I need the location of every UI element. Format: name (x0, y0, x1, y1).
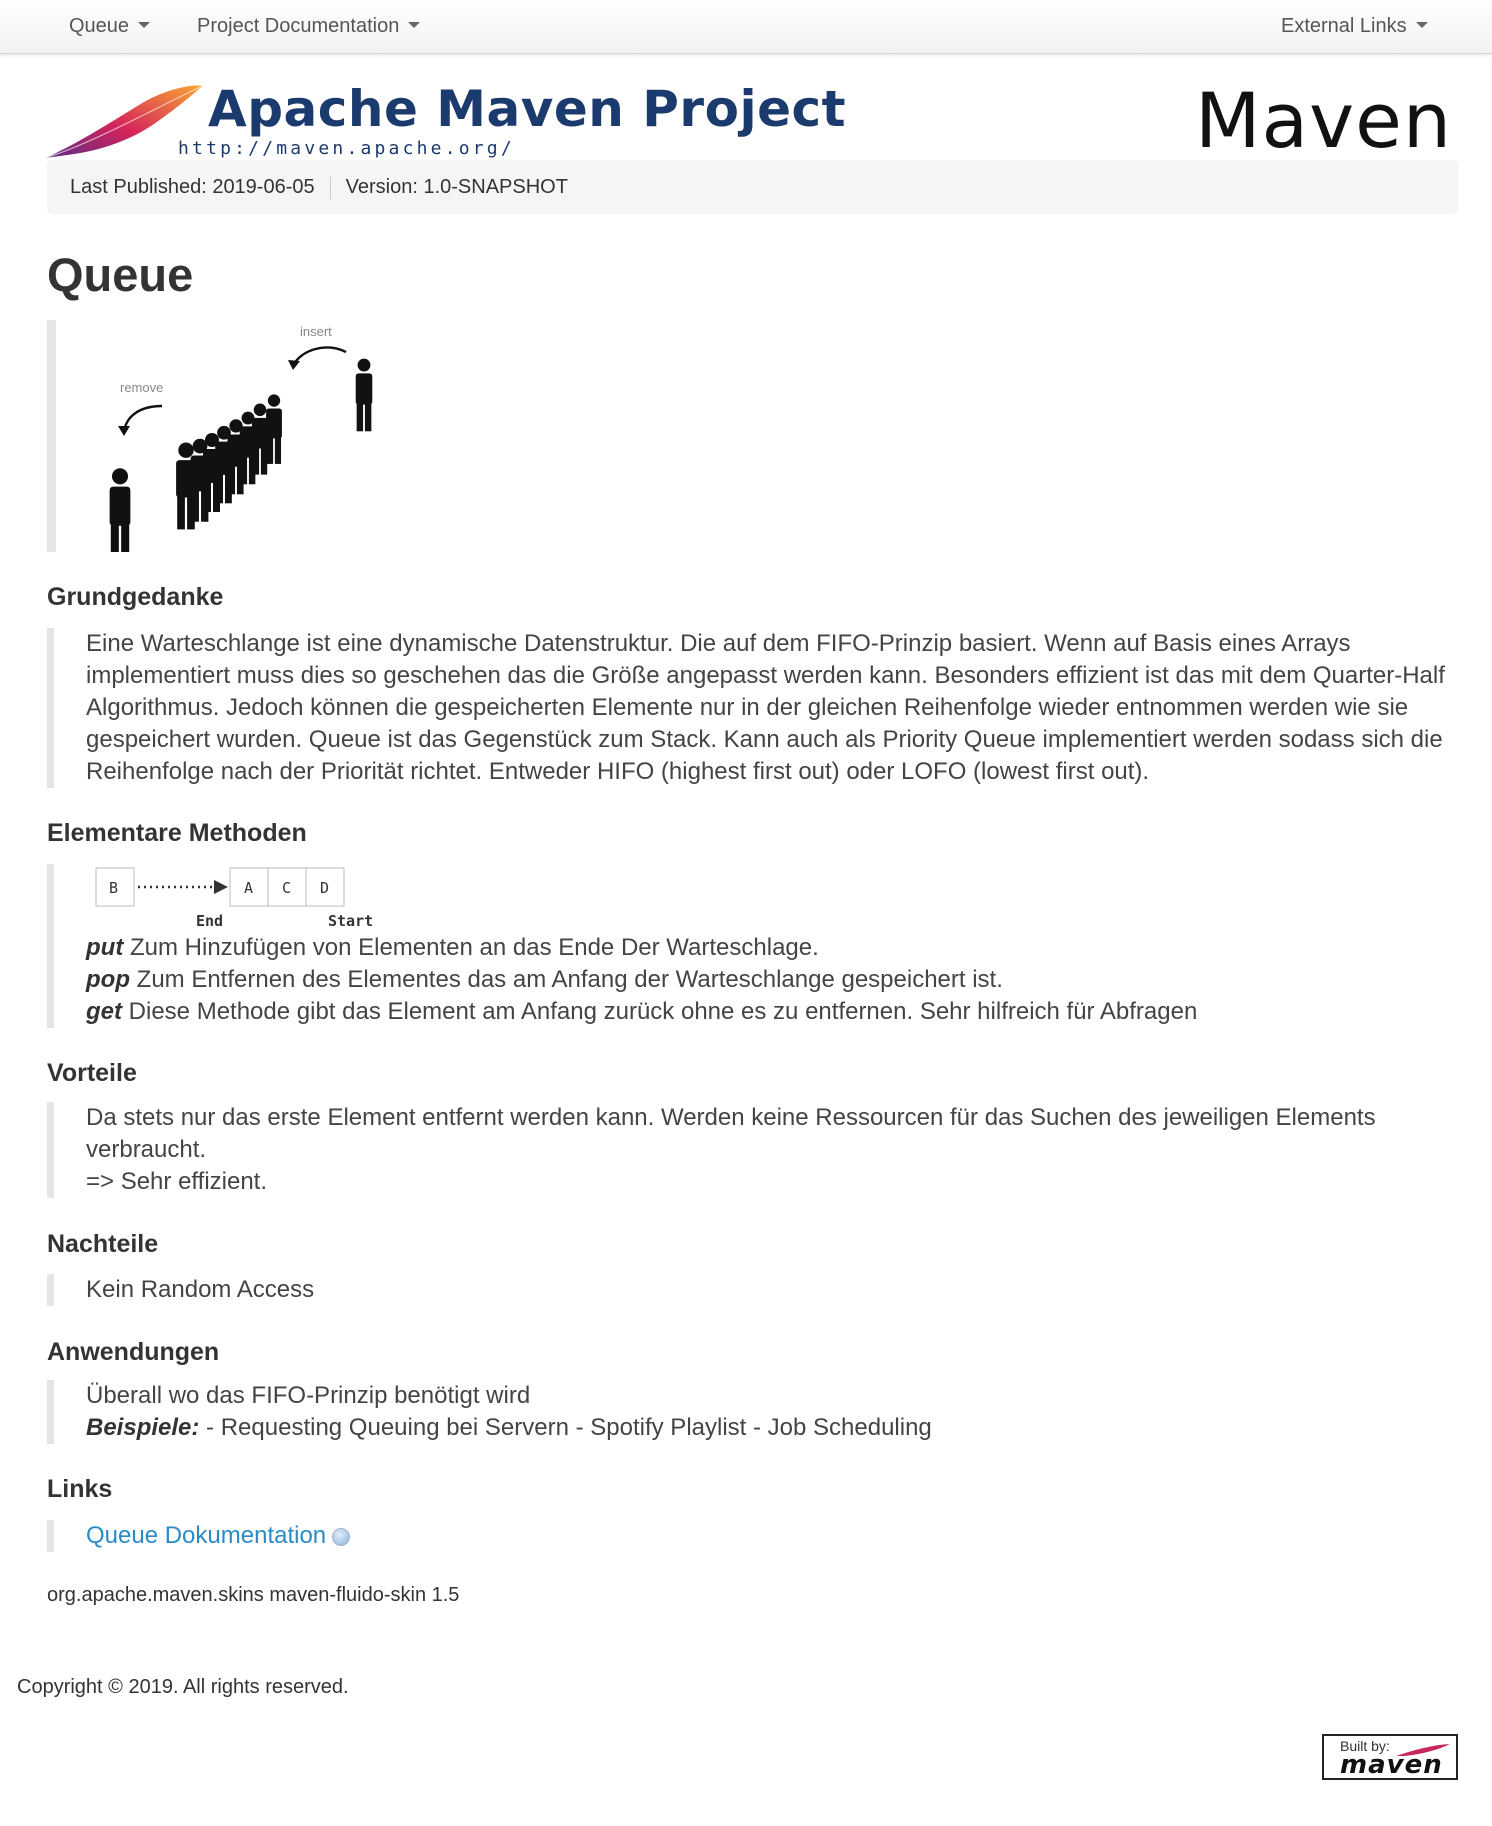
method-put-name: put (86, 934, 124, 961)
queue-array-diagram: B A C D End Start (95, 867, 373, 930)
page-title: Queue (47, 248, 194, 301)
external-link-globe-icon (332, 1527, 351, 1546)
methoden-block: B A C D End Start put Zum Hinzufügen von… (47, 864, 1458, 1028)
method-get-text: Diese Methode gibt das Element am Anfang… (122, 998, 1198, 1025)
method-put: put Zum Hinzufügen von Elementen an das … (86, 932, 1458, 964)
figure-quote-border (47, 320, 56, 552)
method-get: get Diese Methode gibt das Element am An… (86, 996, 1458, 1028)
start-label: Start (328, 912, 373, 930)
cell-a: A (244, 879, 253, 897)
heading-elementare-methoden: Elementare Methoden (47, 819, 307, 847)
nav-external-label: External Links (1281, 15, 1407, 37)
caret-down-icon (408, 22, 421, 29)
method-get-name: get (86, 998, 122, 1025)
method-pop: pop Zum Entfernen des Elementes das am A… (86, 964, 1458, 996)
grundgedanke-text: Eine Warteschlange ist eine dynamische D… (47, 628, 1458, 788)
copyright: Copyright © 2019. All rights reserved. (17, 1676, 349, 1698)
method-pop-text: Zum Entfernen des Elementes das am Anfan… (129, 966, 1003, 993)
top-navbar: Queue Project Documentation External Lin… (0, 0, 1492, 54)
anwendungen-line-1: Überall wo das FIFO-Prinzip benötigt wir… (86, 1382, 531, 1409)
apache-maven-project-title[interactable]: Apache Maven Project (208, 80, 846, 138)
links-block: Queue Dokumentation (47, 1520, 1458, 1552)
cell-b: B (109, 879, 118, 897)
remove-label: remove (120, 380, 163, 395)
heading-vorteile: Vorteile (47, 1059, 137, 1087)
queue-dokumentation-link-text: Queue Dokumentation (86, 1522, 327, 1549)
nav-queue-dropdown[interactable]: Queue (69, 0, 151, 52)
built-by-maven-badge[interactable]: Built by: maven (1322, 1734, 1458, 1780)
cell-c: C (282, 879, 291, 897)
vorteile-line-1: Da stets nur das erste Element entfernt … (86, 1104, 1376, 1163)
end-label: End (196, 912, 223, 930)
heading-grundgedanke: Grundgedanke (47, 583, 224, 611)
built-by-maven-logo: maven (1340, 1750, 1443, 1780)
nav-external-links-dropdown[interactable]: External Links (1281, 0, 1428, 52)
insert-label: insert (300, 324, 332, 339)
nav-queue-label: Queue (69, 15, 130, 37)
examples-label: Beispiele: (86, 1414, 200, 1441)
caret-down-icon (1415, 22, 1428, 29)
grundgedanke-paragraph: Eine Warteschlange ist eine dynamische D… (86, 630, 1445, 785)
last-published: Last Published: 2019-06-05 (70, 176, 315, 198)
nav-docs-label: Project Documentation (197, 15, 400, 37)
caret-down-icon (138, 22, 151, 29)
main-content: Queue (47, 240, 1458, 310)
queue-dokumentation-link[interactable]: Queue Dokumentation (86, 1522, 351, 1549)
version: Version: 1.0-SNAPSHOT (345, 176, 568, 198)
anwendungen-block: Überall wo das FIFO-Prinzip benötigt wir… (47, 1380, 1458, 1444)
maven-logo[interactable]: Maven (1195, 76, 1452, 165)
heading-links: Links (47, 1475, 113, 1503)
anwendungen-examples: Beispiele: - Requesting Queuing bei Serv… (86, 1412, 1458, 1444)
nachteile-text: Kein Random Access (86, 1276, 315, 1303)
vorteile-block: Da stets nur das erste Element entfernt … (47, 1102, 1458, 1198)
nav-project-documentation-dropdown[interactable]: Project Documentation (197, 0, 421, 52)
heading-nachteile: Nachteile (47, 1230, 159, 1258)
heading-anwendungen: Anwendungen (47, 1338, 220, 1366)
skin-info: org.apache.maven.skins maven-fluido-skin… (47, 1584, 460, 1606)
cell-d: D (320, 879, 329, 897)
maven-url[interactable]: http://maven.apache.org/ (178, 138, 515, 159)
breadcrumb: Last Published: 2019-06-05 Version: 1.0-S… (47, 160, 1458, 214)
vorteile-line-2: => Sehr effizient. (86, 1168, 268, 1195)
method-put-text: Zum Hinzufügen von Elementen an das Ende… (123, 934, 819, 961)
examples-text: - Requesting Queuing bei Servern - Spoti… (199, 1414, 932, 1441)
method-pop-name: pop (86, 966, 130, 993)
queue-illustration: remove insert (109, 324, 373, 552)
nachteile-block: Kein Random Access (47, 1274, 1458, 1306)
breadcrumb-divider (329, 176, 331, 199)
